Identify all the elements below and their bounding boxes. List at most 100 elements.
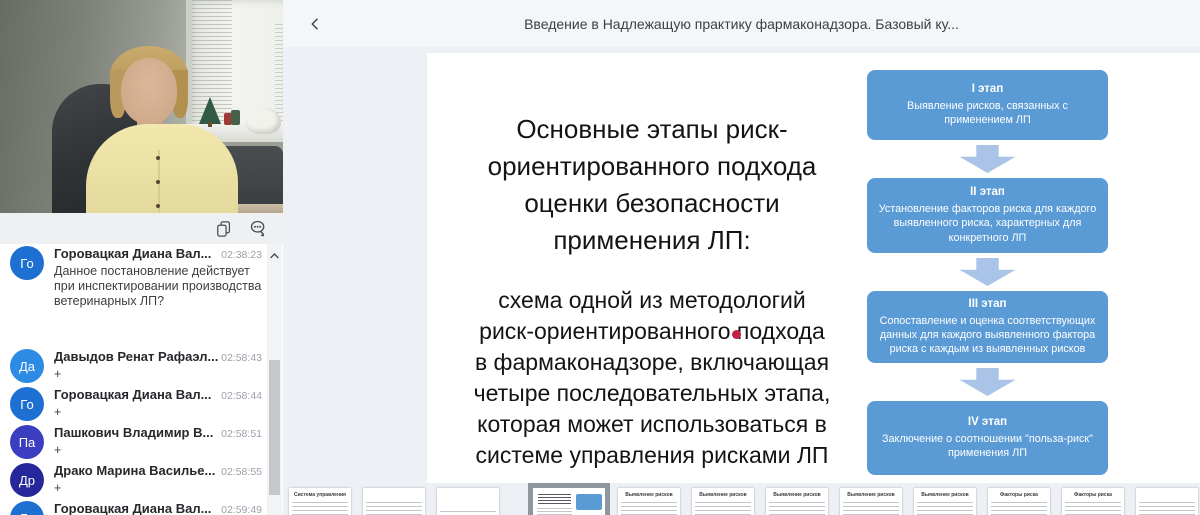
presentation-header: Введение в Надлежащую практику фармакона…: [283, 0, 1200, 47]
thumbnail-slide-8[interactable]: Выявление рисков: [840, 488, 902, 515]
thumbnail-text-lines: [1065, 502, 1121, 515]
thumbnail-title: Система управления рисками: [292, 492, 348, 499]
white-bag: [246, 107, 281, 134]
back-icon[interactable]: [305, 13, 327, 35]
slide-stage: Основные этапы риск- ориентированного по…: [283, 47, 1200, 515]
timestamp: 02:58:43: [221, 352, 266, 364]
timestamp: 02:38:23: [221, 249, 266, 261]
avatar: Го: [10, 501, 44, 515]
timestamp: 02:58:55: [221, 466, 266, 478]
thumbnail-title: Факторы риска: [1065, 492, 1121, 499]
slide-body-text: схема одной из методологий риск-ориентир…: [433, 285, 871, 471]
timestamp: 02:58:44: [221, 390, 266, 402]
thumbnail-title: Выявление рисков: [843, 492, 899, 499]
chat-message[interactable]: Да Давыдов Ренат Рафаэл... 02:58:43 +: [0, 349, 266, 383]
chat-message[interactable]: Го Горовацкая Диана Вал... 02:38:23 Данн…: [0, 246, 266, 309]
slide-thumbnails: Система управления рисками: [289, 488, 1198, 515]
thumbnail-title-lines: [538, 494, 571, 504]
arrow-down-icon: [960, 145, 1016, 173]
cardigan-button: [156, 156, 160, 160]
scrollbar-thumb[interactable]: [269, 360, 280, 495]
presentation-slide[interactable]: Основные этапы риск- ориентированного по…: [427, 53, 1200, 483]
sender-name: Горовацкая Диана Вал...: [54, 501, 211, 515]
thumbnail-title: [1139, 492, 1195, 499]
sender-name: Горовацкая Диана Вал...: [54, 387, 211, 402]
thumbnail-text-lines: [536, 492, 573, 515]
thumbnail-slide-1[interactable]: Система управления рисками: [289, 488, 351, 515]
arrow-down-icon: [960, 368, 1016, 396]
thumbnail-slide-5[interactable]: Выявление рисков: [618, 488, 680, 515]
avatar: Да: [10, 349, 44, 383]
mini-christmas-tree: [199, 97, 221, 124]
avatar: Го: [10, 246, 44, 280]
copy-icon[interactable]: [213, 218, 235, 240]
thumbnail-text-lines: [917, 502, 973, 515]
chat-message[interactable]: Па Пашкович Владимир В... 02:58:51 +: [0, 425, 266, 459]
message-text: +: [54, 443, 266, 458]
chat-share-icon[interactable]: [247, 218, 269, 240]
flow-box-stage-1: I этап Выявление рисков, связанных с при…: [867, 70, 1108, 140]
slide-heading: Основные этапы риск- ориентированного по…: [433, 111, 871, 259]
chat-message[interactable]: Др Драко Марина Василье... 02:58:55 +: [0, 463, 266, 497]
thumbnail-text-lines: [440, 511, 496, 515]
scroll-up-icon[interactable]: [267, 248, 282, 264]
thumbnail-text-lines: [1139, 502, 1195, 515]
cardigan-button: [156, 180, 160, 184]
presentation-area: Введение в Надлежащую практику фармакона…: [283, 0, 1200, 515]
sill-ornament: [231, 110, 240, 125]
thumbnail-slide-4-selected[interactable]: [528, 483, 610, 515]
flow-box-stage-4: IV этап Заключение о соотношении "польза…: [867, 401, 1108, 475]
tree-trunk: [208, 122, 212, 127]
thumbnail-text-lines: [843, 502, 899, 515]
stage-text: Заключение о соотношении "польза-риск" п…: [877, 432, 1098, 461]
thumbnail-slide-2[interactable]: [363, 488, 425, 515]
presenter-face: [121, 58, 177, 124]
thumbnail-text-lines: [366, 502, 422, 515]
flow-box-stage-3: III этап Сопоставление и оценка соответс…: [867, 291, 1108, 363]
thumbnail-slide-3[interactable]: [437, 488, 499, 515]
stage-text: Установление факторов риска для каждого …: [877, 202, 1098, 245]
presenter-body: [86, 124, 238, 213]
stage-label: III этап: [969, 298, 1007, 310]
message-text: +: [54, 405, 266, 420]
thumbnail-flow-boxes: [576, 492, 602, 515]
laser-pointer-dot: [732, 330, 741, 339]
message-text: +: [54, 367, 266, 382]
thumbnail-slide-10[interactable]: Факторы риска: [988, 488, 1050, 515]
chat-messages: Го Горовацкая Диана Вал... 02:38:23 Данн…: [0, 246, 266, 515]
avatar: Го: [10, 387, 44, 421]
timestamp: 02:59:49: [221, 504, 266, 515]
thumbnail-title: Выявление рисков: [769, 492, 825, 499]
presentation-title: Введение в Надлежащую практику фармакона…: [283, 16, 1200, 32]
thumbnail-text-lines: [769, 502, 825, 515]
sender-name: Горовацкая Диана Вал...: [54, 246, 211, 261]
message-text: +: [54, 481, 266, 496]
slide-text-column: Основные этапы риск- ориентированного по…: [433, 53, 871, 471]
thumbnail-slide-12[interactable]: [1136, 488, 1198, 515]
stage-label: I этап: [972, 83, 1004, 95]
thumbnail-slide-7[interactable]: Выявление рисков: [766, 488, 828, 515]
webinar-app: Го Горовацкая Диана Вал... 02:38:23 Данн…: [0, 0, 1200, 515]
thumbnail-text-lines: [621, 502, 677, 515]
stage-text: Выявление рисков, связанных с применение…: [877, 99, 1098, 128]
chat-toolbar: [0, 213, 283, 244]
thumbnail-text-lines: [537, 508, 572, 515]
video-chat-panel: Го Горовацкая Диана Вал... 02:38:23 Данн…: [0, 0, 283, 515]
thumbnail-slide-9[interactable]: Выявление рисков: [914, 488, 976, 515]
thumbnail-title: [366, 492, 422, 499]
timestamp: 02:58:51: [221, 428, 266, 440]
sender-name: Драко Марина Василье...: [54, 463, 215, 478]
thumbnail-title: Факторы риска: [991, 492, 1047, 499]
thumbnail-slide-11[interactable]: Факторы риска: [1062, 488, 1124, 515]
avatar: Др: [10, 463, 44, 497]
chat-message[interactable]: Го Горовацкая Диана Вал... 02:59:49 можн…: [0, 501, 266, 515]
thumbnail-text-lines: [695, 502, 751, 515]
chat-message[interactable]: Го Горовацкая Диана Вал... 02:58:44 +: [0, 387, 266, 421]
chat-scrollbar[interactable]: [267, 244, 282, 515]
sender-name: Пашкович Владимир В...: [54, 425, 213, 440]
thumbnail-slide-6[interactable]: Выявление рисков: [692, 488, 754, 515]
stage-text: Сопоставление и оценка соответствующих д…: [877, 314, 1098, 357]
webcam-video[interactable]: [0, 0, 283, 213]
sender-name: Давыдов Ренат Рафаэл...: [54, 349, 218, 364]
arrow-down-icon: [960, 258, 1016, 286]
